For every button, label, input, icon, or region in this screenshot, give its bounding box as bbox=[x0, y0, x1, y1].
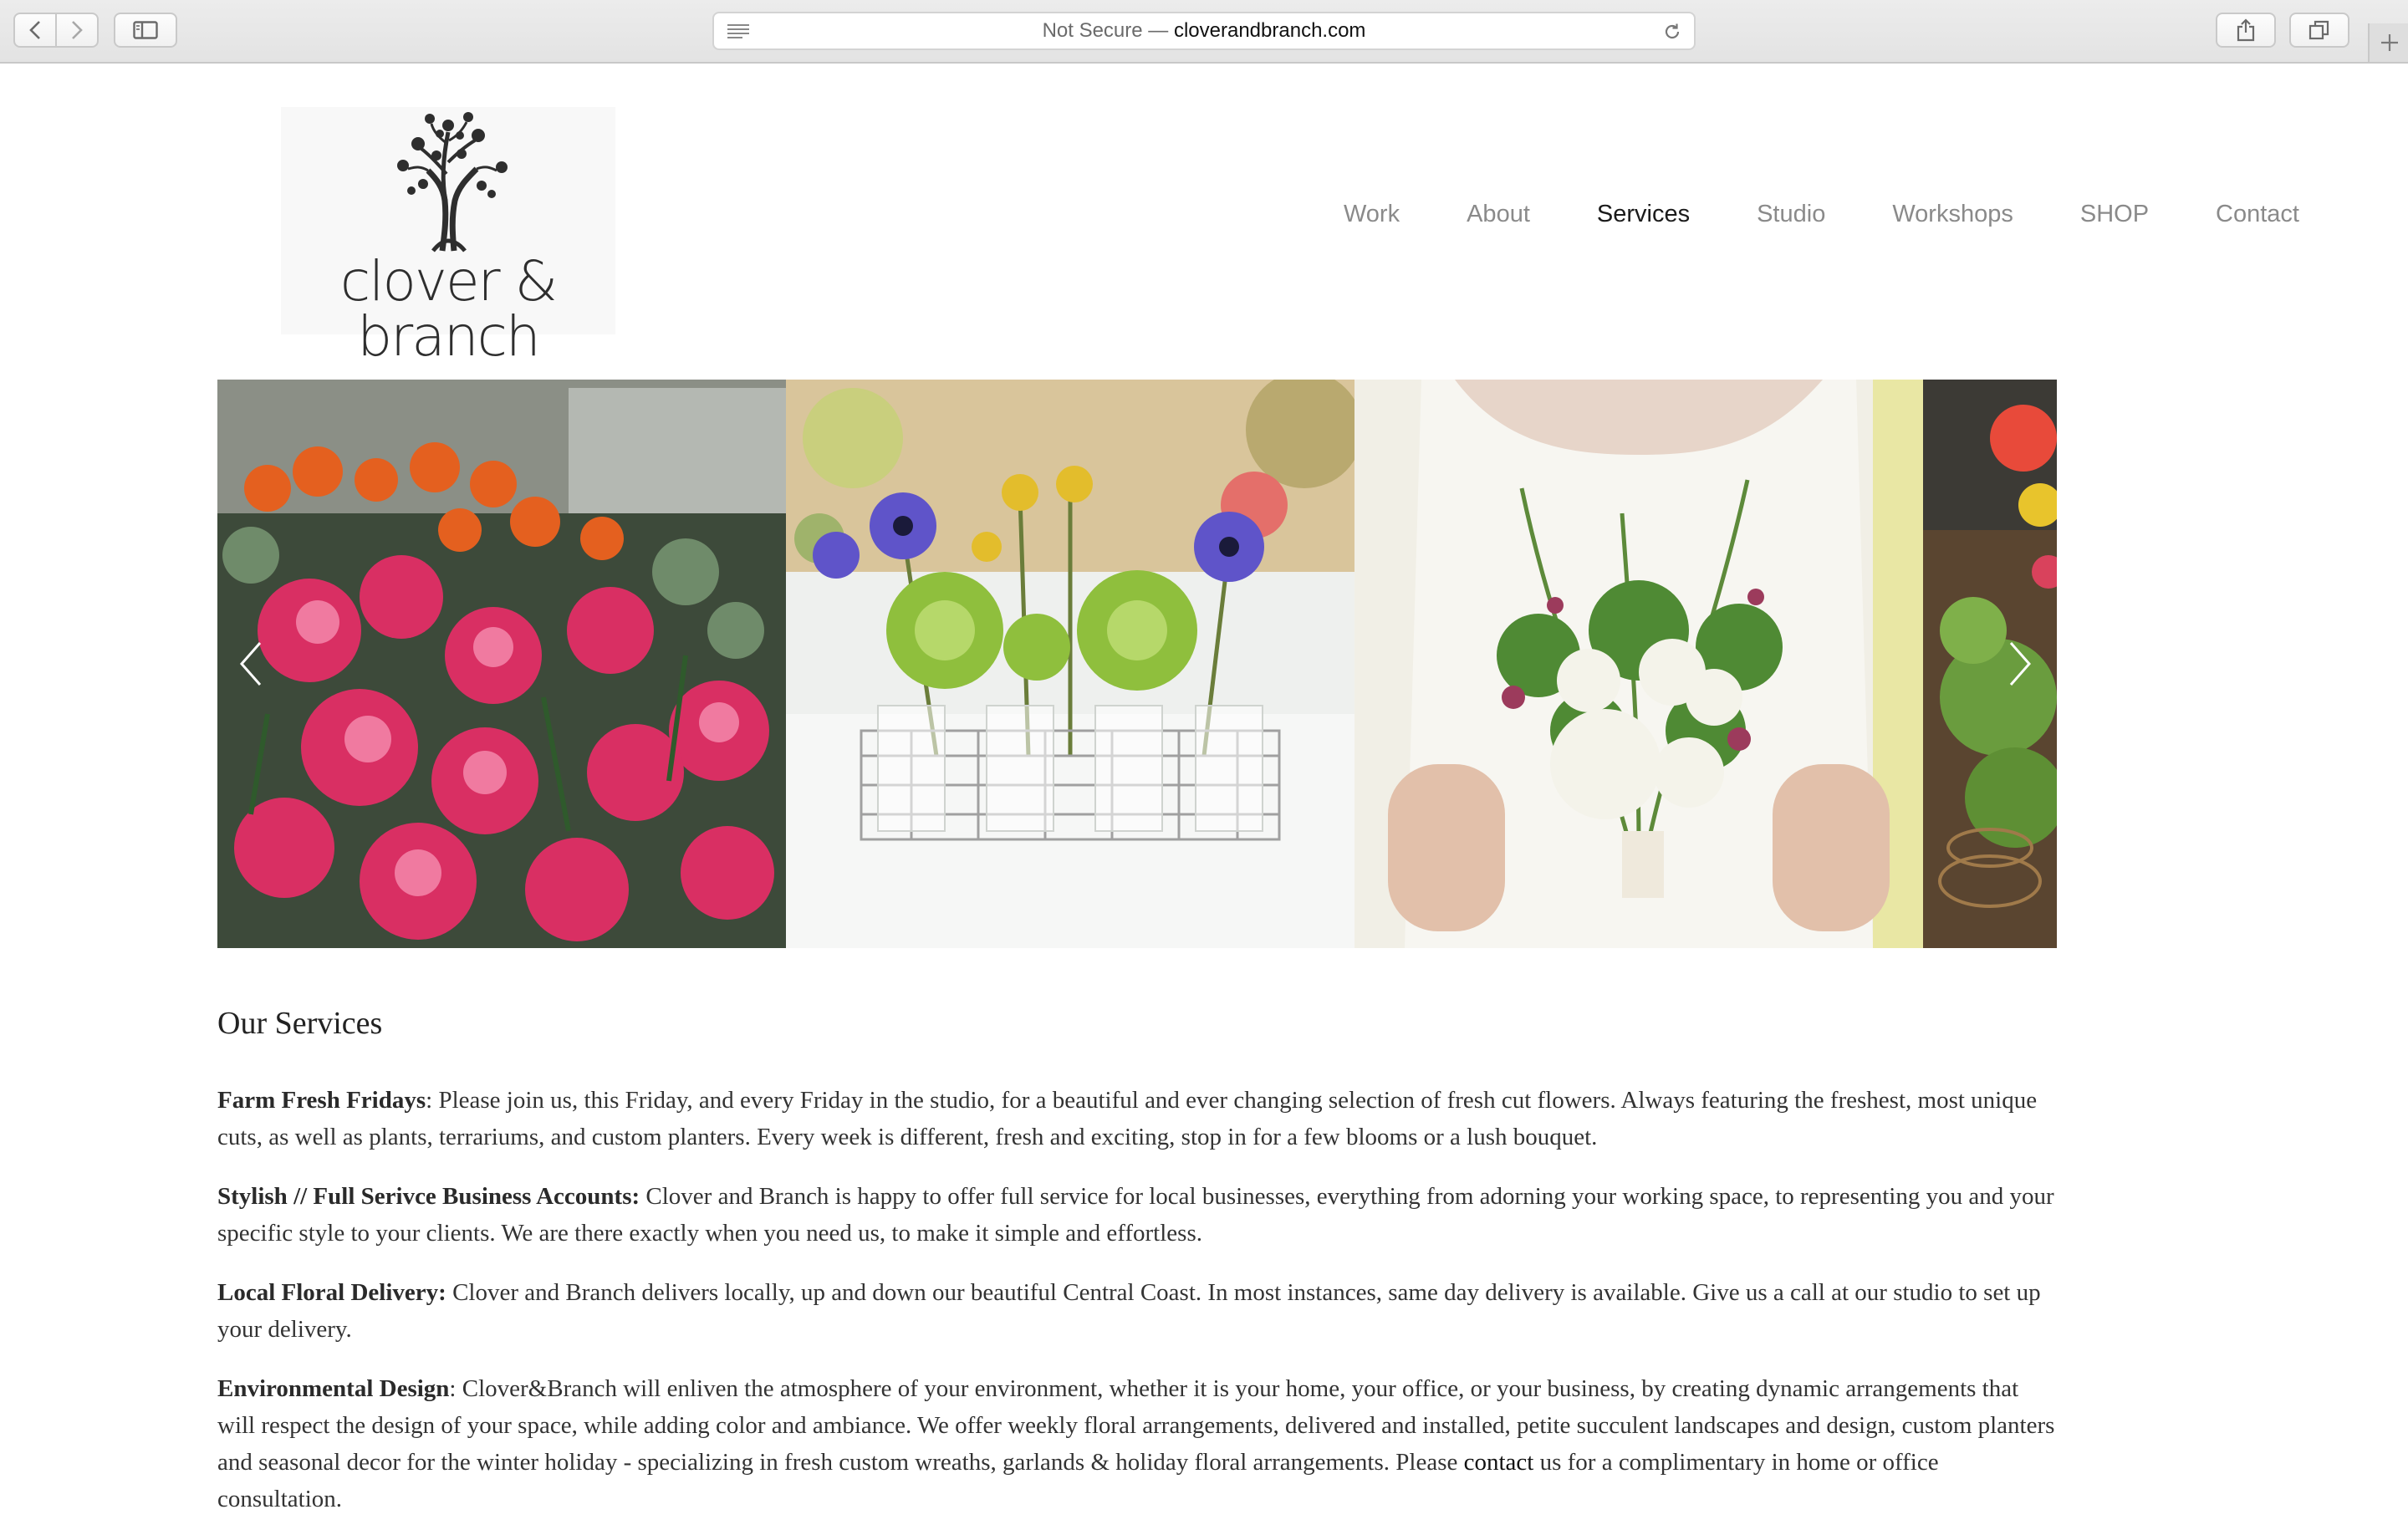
sidebar-button[interactable] bbox=[114, 13, 177, 48]
service-environmental-design: Environmental Design: Clover&Branch will… bbox=[217, 1375, 2055, 1512]
contact-link[interactable]: contact bbox=[1464, 1449, 1534, 1476]
tree-logo-icon bbox=[397, 112, 508, 252]
nav-about[interactable]: About bbox=[1467, 201, 1530, 228]
nav-studio[interactable]: Studio bbox=[1757, 201, 1825, 228]
service-local-delivery: Local Floral Delivery: Clover and Branch… bbox=[217, 1274, 2057, 1348]
forward-button[interactable] bbox=[55, 13, 99, 48]
carousel-next-button[interactable] bbox=[1995, 630, 2045, 697]
carousel-image-peonies bbox=[217, 380, 786, 948]
back-button[interactable] bbox=[13, 13, 57, 48]
share-icon bbox=[2237, 18, 2255, 42]
tabs-icon bbox=[2309, 20, 2329, 40]
nav-services[interactable]: Services bbox=[1597, 201, 1690, 228]
carousel-prev-button[interactable] bbox=[226, 630, 276, 697]
service-farm-fresh-fridays: Farm Fresh Fridays: Please join us, this… bbox=[217, 1087, 2038, 1150]
chevron-right-icon bbox=[72, 21, 83, 39]
url-text: Not Secure — cloverandbranch.com bbox=[714, 13, 1694, 48]
services-heading: Our Services bbox=[217, 1006, 383, 1041]
chevron-left-icon bbox=[29, 21, 40, 39]
plus-icon bbox=[2381, 34, 2398, 51]
services-content: Our Services Farm Fresh Fridays: Please … bbox=[217, 998, 2057, 1540]
service-business-accounts: Stylish // Full Serivce Business Account… bbox=[217, 1178, 2057, 1252]
nav-shop[interactable]: SHOP bbox=[2080, 201, 2149, 228]
service-title: Farm Fresh Fridays bbox=[217, 1087, 426, 1114]
site-logo[interactable]: clover & branch bbox=[281, 107, 615, 365]
logo-wordmark: clover & branch bbox=[339, 249, 558, 369]
service-title: Stylish // Full Serivce Business Account… bbox=[217, 1183, 640, 1210]
main-nav: Work About Services Studio Workshops SHO… bbox=[1344, 201, 2299, 228]
carousel-image-succulents bbox=[786, 380, 1354, 948]
nav-contact[interactable]: Contact bbox=[2216, 201, 2299, 228]
sidebar-icon bbox=[133, 21, 158, 39]
chevron-left-icon bbox=[240, 642, 262, 686]
url-host: cloverandbranch.com bbox=[1173, 19, 1366, 42]
service-description: Clover and Branch delivers locally, up a… bbox=[217, 1279, 2041, 1343]
service-title: Environmental Design bbox=[217, 1375, 450, 1402]
service-description: Please join us, this Friday, and every F… bbox=[217, 1087, 2038, 1150]
chevron-right-icon bbox=[2009, 642, 2031, 686]
address-bar[interactable]: Not Secure — cloverandbranch.com bbox=[712, 12, 1696, 50]
image-carousel[interactable] bbox=[217, 380, 2057, 948]
nav-workshops[interactable]: Workshops bbox=[1892, 201, 2013, 228]
reload-icon[interactable] bbox=[1662, 22, 1682, 42]
service-title: Local Floral Delivery: bbox=[217, 1279, 446, 1306]
share-button[interactable] bbox=[2216, 13, 2276, 48]
nav-work[interactable]: Work bbox=[1344, 201, 1400, 228]
tabs-overview-button[interactable] bbox=[2289, 13, 2349, 48]
url-security-label: Not Secure — bbox=[1042, 19, 1174, 42]
browser-toolbar: Not Secure — cloverandbranch.com bbox=[0, 0, 2408, 64]
new-tab-button[interactable] bbox=[2368, 23, 2408, 62]
carousel-image-bride-bouquet bbox=[1354, 380, 1923, 948]
